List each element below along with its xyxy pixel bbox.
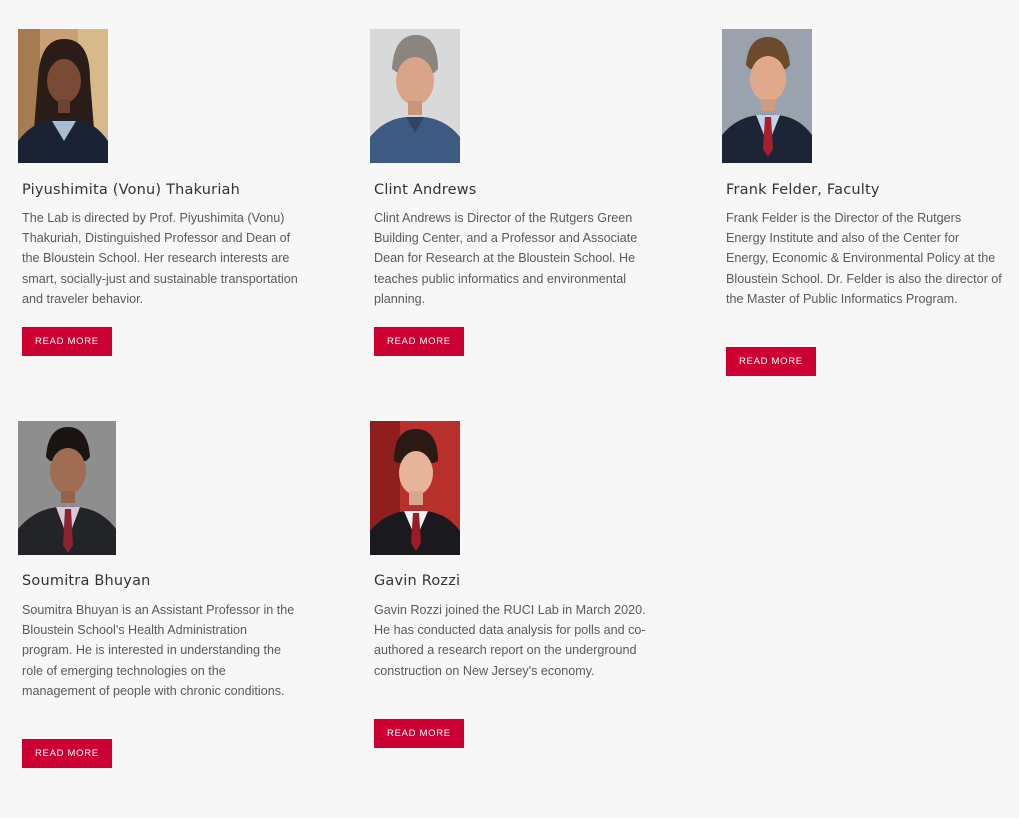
portrait-photo [18,29,108,163]
person-bio: Frank Felder is the Director of the Rutg… [726,211,1002,306]
portrait-photo [722,29,812,163]
person-name: Piyushimita (Vonu) Thakuriah [22,182,241,198]
read-more-button[interactable]: READ MORE [374,719,464,748]
person-card-bhuyan: Soumitra Bhuyan Soumitra Bhuyan is an As… [18,421,318,771]
portrait-photo [18,421,116,555]
read-more-button[interactable]: READ MORE [726,347,816,376]
person-card-rozzi: Gavin Rozzi Gavin Rozzi joined the RUCI … [370,421,670,751]
person-bio: Gavin Rozzi joined the RUCI Lab in March… [374,603,646,678]
person-bio: The Lab is directed by Prof. Piyushimita… [22,211,298,306]
read-more-button[interactable]: READ MORE [22,739,112,768]
person-name: Clint Andrews [374,182,477,198]
person-name: Gavin Rozzi [374,573,461,589]
person-bio: Soumitra Bhuyan is an Assistant Professo… [22,603,295,698]
portrait-photo [370,29,460,163]
read-more-button[interactable]: READ MORE [374,327,464,356]
person-card-andrews: Clint Andrews Clint Andrews is Director … [370,29,670,359]
portrait-photo [370,421,460,555]
person-card-thakuriah: Piyushimita (Vonu) Thakuriah The Lab is … [18,29,318,359]
read-more-button[interactable]: READ MORE [22,327,112,356]
person-name: Soumitra Bhuyan [22,573,151,589]
person-card-felder: Frank Felder, Faculty Frank Felder is th… [722,29,1019,379]
person-bio: Clint Andrews is Director of the Rutgers… [374,211,638,306]
person-name: Frank Felder, Faculty [726,182,880,198]
